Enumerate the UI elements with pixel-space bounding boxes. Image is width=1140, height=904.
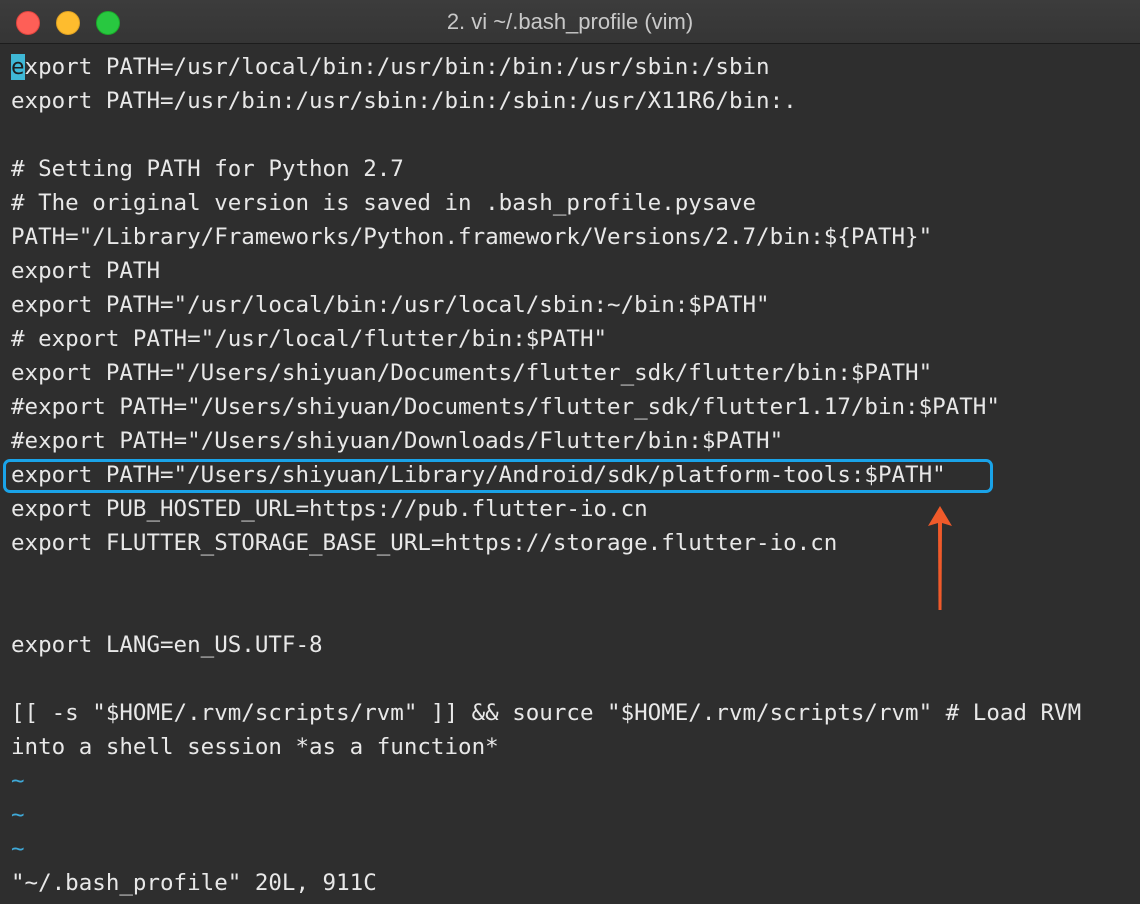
editor-line-1[interactable]: export PATH=/usr/local/bin:/usr/bin:/bin… bbox=[11, 50, 770, 84]
editor-line-15[interactable]: export FLUTTER_STORAGE_BASE_URL=https://… bbox=[11, 526, 837, 560]
editor-line-14[interactable]: export PUB_HOSTED_URL=https://pub.flutte… bbox=[11, 492, 648, 526]
editor-line-13-highlighted[interactable]: export PATH="/Users/shiyuan/Library/Andr… bbox=[11, 458, 946, 492]
editor-line-7[interactable]: export PATH bbox=[11, 254, 160, 288]
editor-line-11[interactable]: #export PATH="/Users/shiyuan/Documents/f… bbox=[11, 390, 1000, 424]
editor-line-12[interactable]: #export PATH="/Users/shiyuan/Downloads/F… bbox=[11, 424, 783, 458]
editor-line-2[interactable]: export PATH=/usr/bin:/usr/sbin:/bin:/sbi… bbox=[11, 84, 797, 118]
editor-line-6[interactable]: PATH="/Library/Frameworks/Python.framewo… bbox=[11, 220, 932, 254]
editor-line-8[interactable]: export PATH="/usr/local/bin:/usr/local/s… bbox=[11, 288, 770, 322]
text-cursor: e bbox=[11, 54, 25, 80]
window-title: 2. vi ~/.bash_profile (vim) bbox=[446, 9, 694, 34]
editor-line-5[interactable]: # The original version is saved in .bash… bbox=[11, 186, 756, 220]
editor-line-1-text: xport PATH=/usr/local/bin:/usr/bin:/bin:… bbox=[24, 54, 770, 80]
editor-line-18[interactable]: export LANG=en_US.UTF-8 bbox=[11, 628, 323, 662]
vim-status-line: "~/.bash_profile" 20L, 911C bbox=[11, 870, 377, 896]
empty-line-tilde: ~ bbox=[11, 802, 25, 828]
title-bar[interactable]: 2. vi ~/.bash_profile (vim) bbox=[0, 0, 1140, 44]
editor-line-20-wrap[interactable]: into a shell session *as a function* bbox=[11, 730, 499, 764]
editor-line-9[interactable]: # export PATH="/usr/local/flutter/bin:$P… bbox=[11, 322, 607, 356]
editor-line-20[interactable]: [[ -s "$HOME/.rvm/scripts/rvm" ]] && sou… bbox=[11, 696, 1081, 730]
up-arrow-icon bbox=[928, 506, 952, 610]
empty-line-tilde: ~ bbox=[11, 768, 25, 794]
editor-line-4[interactable]: # Setting PATH for Python 2.7 bbox=[11, 152, 404, 186]
arrow-shaft bbox=[938, 522, 942, 610]
empty-line-tilde: ~ bbox=[11, 836, 25, 862]
terminal-window: 2. vi ~/.bash_profile (vim) export PATH=… bbox=[0, 0, 1140, 904]
vim-editor[interactable]: export PATH=/usr/local/bin:/usr/bin:/bin… bbox=[0, 50, 1140, 904]
editor-line-10[interactable]: export PATH="/Users/shiyuan/Documents/fl… bbox=[11, 356, 932, 390]
